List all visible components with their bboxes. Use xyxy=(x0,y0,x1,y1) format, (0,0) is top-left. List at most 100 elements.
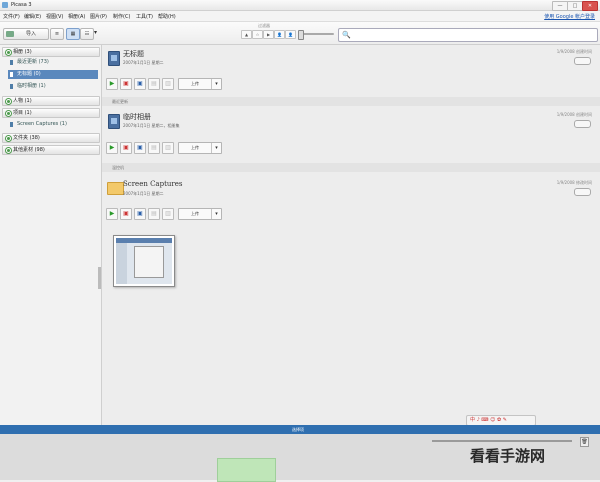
selection-tray-header: 选择项 xyxy=(0,425,600,434)
slideshow-button[interactable]: ▶ xyxy=(106,78,118,90)
share-button[interactable]: ▥ xyxy=(162,142,174,154)
sidebar-group-label: 项目 (1) xyxy=(13,110,32,116)
date-filter-slider-thumb[interactable] xyxy=(298,30,304,40)
album-icon xyxy=(10,84,13,89)
upload-dropdown[interactable]: 上传 ▾ xyxy=(178,208,222,220)
sidebar-item-label: 无标题 (0) xyxy=(17,71,41,77)
album-title[interactable]: Screen Captures xyxy=(123,180,183,188)
upload-dropdown[interactable]: 上传 ▾ xyxy=(178,142,222,154)
thumbnail-window xyxy=(134,246,164,278)
upload-dropdown[interactable]: 上传 ▾ xyxy=(178,78,222,90)
album-meta: 1/9/2008 修改时间 xyxy=(556,180,592,185)
menu-edit[interactable]: 编辑(E) xyxy=(24,13,41,20)
view-tree-button[interactable]: ☷ xyxy=(80,28,94,40)
album-meta: 1/9/2008 创建时间 xyxy=(556,112,592,117)
collage-button[interactable]: ▣ xyxy=(120,78,132,90)
view-list-button[interactable]: ≡ xyxy=(50,28,64,40)
menu-album[interactable]: 相册(A) xyxy=(68,13,85,20)
movie-button[interactable]: ▣ xyxy=(134,142,146,154)
menu-tools[interactable]: 工具(T) xyxy=(136,13,153,20)
movie-button[interactable]: ▣ xyxy=(134,78,146,90)
album-title[interactable]: 临时相册 xyxy=(123,112,151,122)
slideshow-button[interactable]: ▶ xyxy=(106,208,118,220)
filter-video-button[interactable]: ▶ xyxy=(263,30,274,39)
sidebar-item-recent[interactable]: 最近更新 (73) xyxy=(8,58,98,67)
upload-dropdown-value: 上传 xyxy=(191,211,199,216)
album-icon xyxy=(10,72,13,77)
section-header: 最近更新 xyxy=(102,97,600,106)
blog-button[interactable]: ▤ xyxy=(148,78,160,90)
thumbnail-image xyxy=(116,238,172,284)
tray-title: 选择项 xyxy=(292,427,304,432)
sidebar-item-untitled[interactable]: 无标题 (0) xyxy=(8,70,98,79)
ime-label: 中 ♪ ⌨ ☺ ✿ ✎ xyxy=(470,417,507,423)
blog-button[interactable]: ▤ xyxy=(148,208,160,220)
window-title: Picasa 3 xyxy=(11,2,32,8)
share-button[interactable]: ▥ xyxy=(162,78,174,90)
album-title[interactable]: 无标题 xyxy=(123,49,144,59)
collage-button[interactable]: ▣ xyxy=(120,142,132,154)
upload-dropdown-value: 上传 xyxy=(191,145,199,150)
search-box[interactable]: 🔍 xyxy=(338,28,598,42)
chevron-down-icon: ▾ xyxy=(211,143,221,153)
blog-button[interactable]: ▤ xyxy=(148,142,160,154)
folder-icon xyxy=(107,182,124,195)
album-share-toggle[interactable] xyxy=(574,188,591,196)
filter-people-button[interactable]: 👤 xyxy=(274,30,285,39)
sidebar-item-label: 临时相册 (1) xyxy=(17,83,46,89)
maximize-button[interactable]: □ xyxy=(567,1,583,11)
album-share-toggle[interactable] xyxy=(574,57,591,65)
sidebar-item-temp-album[interactable]: 临时相册 (1) xyxy=(8,82,98,91)
menu-create[interactable]: 制作(C) xyxy=(113,13,130,20)
menu-picture[interactable]: 图片(P) xyxy=(90,13,107,20)
album-share-toggle[interactable] xyxy=(574,120,591,128)
sidebar-resize-handle[interactable] xyxy=(98,267,101,289)
album-date: 2007年1月1日 星期二 xyxy=(123,191,164,196)
sidebar-item-label: Screen Captures (1) xyxy=(17,121,67,127)
search-icon: 🔍 xyxy=(342,31,351,39)
expand-icon xyxy=(5,135,12,142)
sidebar-group-other[interactable]: 其他素材 (98) xyxy=(2,145,100,155)
share-button[interactable]: ▥ xyxy=(162,208,174,220)
thumbnail-view-icon: ▦ xyxy=(70,31,76,37)
close-button[interactable]: ✕ xyxy=(582,1,598,11)
album-section: 温控机 Screen Captures 2007年1月1日 星期二 1/9/20… xyxy=(102,163,600,293)
thumbnail-size-slider[interactable] xyxy=(432,440,572,442)
menu-file[interactable]: 文件(F) xyxy=(3,13,20,20)
toolbar: 导入 ≡ ▦ ☷ ▾ 过滤器 ▲ ☆ ▶ 👤 👤 ⚑ 🔍 xyxy=(0,22,600,45)
sidebar-item-screen-captures[interactable]: Screen Captures (1) xyxy=(8,120,98,129)
trash-icon[interactable]: 🗑 xyxy=(580,437,589,447)
menu-help[interactable]: 帮助(H) xyxy=(158,13,176,20)
import-icon xyxy=(6,31,14,37)
album-section: 无标题 2007年1月1日 星期二 1/9/2008 创建时间 ▶ ▣ ▣ ▤ … xyxy=(102,45,600,92)
slideshow-button[interactable]: ▶ xyxy=(106,142,118,154)
view-thumbnail-button[interactable]: ▦ xyxy=(66,28,80,40)
movie-button[interactable]: ▣ xyxy=(134,208,146,220)
album-meta: 1/9/2008 创建时间 xyxy=(556,49,592,54)
tree-view-icon: ☷ xyxy=(84,31,90,37)
sidebar-group-albums[interactable]: 相册 (3) xyxy=(2,47,100,57)
view-options-dropdown[interactable]: ▾ xyxy=(94,28,102,38)
library-sidebar: 相册 (3) 最近更新 (73) 无标题 (0) 临时相册 (1) 人物 (1)… xyxy=(0,45,102,425)
sign-in-link[interactable]: 使用 Google 帐户登录 xyxy=(544,13,595,20)
filter-starred-button[interactable]: ☆ xyxy=(252,30,263,39)
filter-label: 过滤器 xyxy=(258,23,270,28)
album-icon xyxy=(10,60,13,65)
sidebar-group-projects[interactable]: 项目 (1) xyxy=(2,108,100,118)
watermark-logo: 看看手游网 xyxy=(470,447,546,465)
sidebar-group-people[interactable]: 人物 (1) xyxy=(2,96,100,106)
menu-view[interactable]: 视图(V) xyxy=(46,13,63,20)
photo-thumbnail[interactable] xyxy=(113,235,175,287)
tray-selection-area[interactable] xyxy=(217,458,276,482)
filter-upload-button[interactable]: ▲ xyxy=(241,30,252,39)
import-button[interactable]: 导入 xyxy=(3,28,49,40)
collage-button[interactable]: ▣ xyxy=(120,208,132,220)
search-input[interactable] xyxy=(351,30,591,39)
album-icon xyxy=(108,51,120,66)
sidebar-group-label: 文件夹 (38) xyxy=(13,135,40,141)
sidebar-item-label: 最近更新 (73) xyxy=(17,59,49,65)
section-header-label: 最近更新 xyxy=(112,99,128,104)
sidebar-group-folders[interactable]: 文件夹 (38) xyxy=(2,133,100,143)
filter-faces-button[interactable]: 👤 xyxy=(285,30,296,39)
minimize-button[interactable]: — xyxy=(552,1,568,11)
